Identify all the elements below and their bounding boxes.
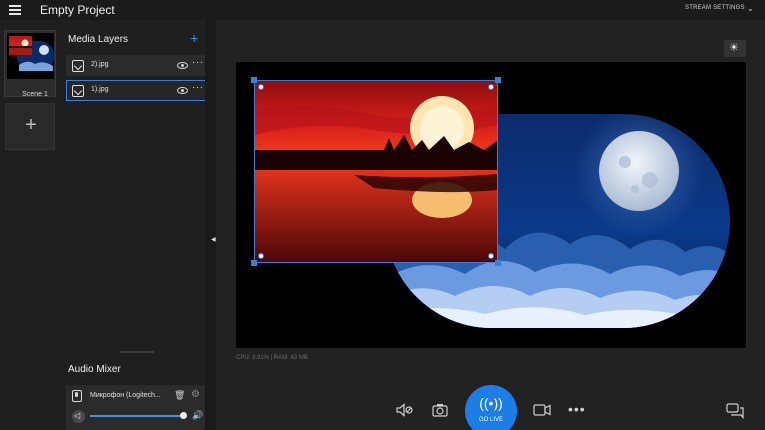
scene-label: Scene 1 [22,91,48,98]
broadcast-icon: ((•)) [479,395,503,411]
plus-icon: + [25,114,37,136]
image-icon [72,85,84,97]
audio-mixer-title: Audio Mixer [68,364,121,375]
volume-slider[interactable] [90,415,182,417]
image-icon [72,60,84,72]
panel-resize-handle[interactable] [120,351,154,353]
more-icon[interactable]: ••• [568,401,586,417]
layer-item[interactable]: 2).jpg ··· [66,55,208,76]
layer-name: 2).jpg [91,61,109,68]
more-icon[interactable]: ··· [192,57,204,68]
volume-slider-knob[interactable] [180,412,187,419]
chat-icon[interactable] [726,403,744,424]
volume-icon: 🔊 [192,410,204,420]
go-live-label: GO LIVE [478,417,503,423]
preview-canvas[interactable] [236,62,746,348]
more-icon[interactable]: ··· [192,82,204,93]
audio-device-name: Микрофон (Logitech... [90,392,161,399]
speaker-icon: ◁ [74,411,81,420]
eye-icon[interactable] [177,87,188,94]
gear-icon[interactable]: ⚙ [191,389,200,400]
audio-device-row: Микрофон (Logitech... 🗑 ⚙ ◁ 🔊 [66,385,207,430]
hamburger-icon[interactable] [9,5,21,15]
chevron-down-icon[interactable]: ⌄ [747,4,754,13]
title-bar: Empty Project STREAM SETTINGS ⌄ [0,0,765,20]
collapse-panel-icon[interactable]: ◀ [211,236,216,243]
stream-settings-button[interactable]: STREAM SETTINGS [685,5,745,11]
scene-preview-image [7,33,54,79]
eye-icon[interactable] [177,62,188,69]
panel-divider [205,20,216,430]
video-camera-icon[interactable] [533,403,551,422]
add-layer-button[interactable]: + [190,30,198,46]
microphone-icon [72,390,82,402]
mic-mute-icon[interactable] [396,403,414,422]
project-title: Empty Project [40,3,115,17]
brightness-button[interactable]: ☀ [724,40,746,57]
trash-icon[interactable]: 🗑 [174,390,185,401]
mute-button[interactable]: ◁ [72,410,85,423]
camera-icon[interactable] [432,403,448,422]
media-layers-title: Media Layers [68,34,129,45]
sunset-image-layer[interactable] [254,80,498,263]
sun-icon: ☀ [729,42,739,54]
add-scene-button[interactable]: + [5,103,55,150]
layer-name: 1).jpg [91,86,109,93]
app-window: Empty Project STREAM SETTINGS ⌄ Scene 1 … [0,0,765,430]
scene-thumbnail[interactable]: Scene 1 [4,30,56,98]
media-layers-panel: Media Layers + 2).jpg ··· 1).jpg ··· [61,20,211,350]
performance-stats: CPU: 3.91% | RAM: 63 MB [236,355,308,361]
scenes-panel: Scene 1 + [0,20,60,430]
go-live-button[interactable]: ((•)) GO LIVE [465,385,517,430]
layer-item[interactable]: 1).jpg ··· [66,80,208,101]
